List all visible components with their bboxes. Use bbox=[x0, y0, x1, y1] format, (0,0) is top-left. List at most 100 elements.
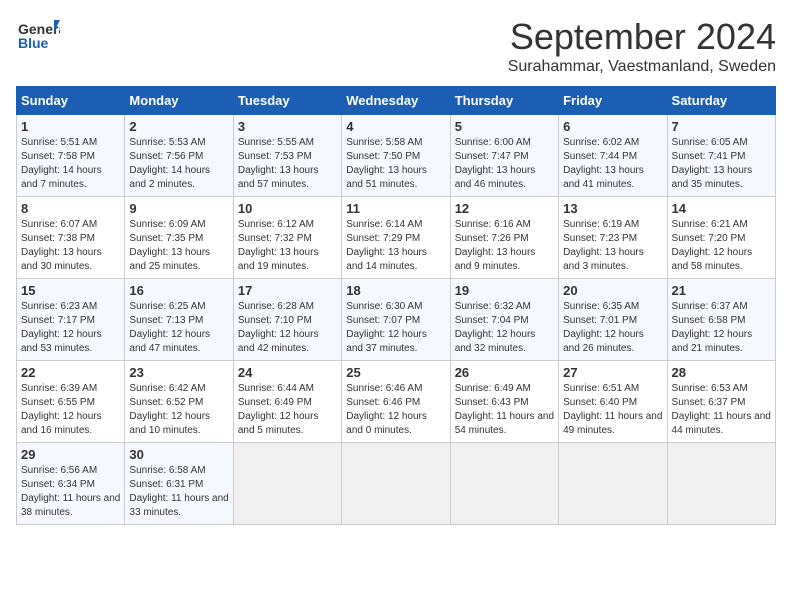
day-number: 14 bbox=[672, 201, 771, 216]
day-number: 12 bbox=[455, 201, 554, 216]
calendar-cell: 29 Sunrise: 6:56 AMSunset: 6:34 PMDayligh… bbox=[17, 443, 125, 525]
calendar-cell: 20Sunrise: 6:35 AMSunset: 7:01 PMDayligh… bbox=[559, 279, 667, 361]
day-info: Sunrise: 6:14 AMSunset: 7:29 PMDaylight:… bbox=[346, 218, 445, 274]
day-info: Sunrise: 6:53 AMSunset: 6:37 PMDaylight:… bbox=[672, 382, 771, 438]
day-number: 21 bbox=[672, 283, 771, 298]
calendar-cell: 23 Sunrise: 6:42 AMSunset: 6:52 PMDayligh… bbox=[125, 361, 233, 443]
day-number: 18 bbox=[346, 283, 445, 298]
calendar-cell: 24 Sunrise: 6:44 AMSunset: 6:49 PMDayligh… bbox=[233, 361, 341, 443]
col-header-wednesday: Wednesday bbox=[342, 87, 450, 115]
day-info: Sunrise: 6:00 AMSunset: 7:47 PMDaylight:… bbox=[455, 136, 554, 192]
calendar-cell bbox=[667, 443, 775, 525]
day-number: 10 bbox=[238, 201, 337, 216]
day-number: 29 bbox=[21, 447, 120, 462]
day-info: Sunrise: 6:42 AMSunset: 6:52 PMDaylight:… bbox=[129, 382, 228, 438]
day-info: Sunrise: 6:09 AMSunset: 7:35 PMDaylight:… bbox=[129, 218, 228, 274]
svg-text:Blue: Blue bbox=[18, 35, 49, 51]
logo: General Blue bbox=[16, 16, 62, 52]
calendar-cell: 13 Sunrise: 6:19 AMSunset: 7:23 PMDayligh… bbox=[559, 197, 667, 279]
day-number: 15 bbox=[21, 283, 120, 298]
day-number: 16 bbox=[129, 283, 228, 298]
calendar-cell: 9 Sunrise: 6:09 AMSunset: 7:35 PMDaylight… bbox=[125, 197, 233, 279]
day-info: Sunrise: 6:30 AMSunset: 7:07 PMDaylight:… bbox=[346, 300, 445, 356]
calendar-cell: 17 Sunrise: 6:28 AMSunset: 7:10 PMDayligh… bbox=[233, 279, 341, 361]
day-info: Sunrise: 5:51 AMSunset: 7:58 PMDaylight:… bbox=[21, 136, 120, 192]
day-number: 28 bbox=[672, 365, 771, 380]
col-header-tuesday: Tuesday bbox=[233, 87, 341, 115]
calendar-cell: 4Sunrise: 5:58 AMSunset: 7:50 PMDaylight… bbox=[342, 115, 450, 197]
calendar-week-row: 29 Sunrise: 6:56 AMSunset: 6:34 PMDayligh… bbox=[17, 443, 776, 525]
calendar-cell: 25 Sunrise: 6:46 AMSunset: 6:46 PMDayligh… bbox=[342, 361, 450, 443]
col-header-monday: Monday bbox=[125, 87, 233, 115]
calendar-header-row: SundayMondayTuesdayWednesdayThursdayFrid… bbox=[17, 87, 776, 115]
day-info: Sunrise: 6:32 AMSunset: 7:04 PMDaylight:… bbox=[455, 300, 554, 356]
day-info: Sunrise: 6:25 AMSunset: 7:13 PMDaylight:… bbox=[129, 300, 228, 356]
day-number: 11 bbox=[346, 201, 445, 216]
day-number: 27 bbox=[563, 365, 662, 380]
calendar-week-row: 22 Sunrise: 6:39 AMSunset: 6:55 PMDayligh… bbox=[17, 361, 776, 443]
day-number: 25 bbox=[346, 365, 445, 380]
calendar-cell: 28 Sunrise: 6:53 AMSunset: 6:37 PMDayligh… bbox=[667, 361, 775, 443]
calendar-cell: 22 Sunrise: 6:39 AMSunset: 6:55 PMDayligh… bbox=[17, 361, 125, 443]
day-info: Sunrise: 6:05 AMSunset: 7:41 PMDaylight:… bbox=[672, 136, 771, 192]
day-number: 3 bbox=[238, 119, 337, 134]
day-number: 24 bbox=[238, 365, 337, 380]
calendar-cell: 6Sunrise: 6:02 AMSunset: 7:44 PMDaylight… bbox=[559, 115, 667, 197]
calendar-week-row: 15 Sunrise: 6:23 AMSunset: 7:17 PMDayligh… bbox=[17, 279, 776, 361]
calendar-cell: 5Sunrise: 6:00 AMSunset: 7:47 PMDaylight… bbox=[450, 115, 558, 197]
calendar-cell: 27 Sunrise: 6:51 AMSunset: 6:40 PMDayligh… bbox=[559, 361, 667, 443]
page-header: General Blue September 2024 Surahammar, … bbox=[16, 16, 776, 76]
day-info: Sunrise: 5:53 AMSunset: 7:56 PMDaylight:… bbox=[129, 136, 228, 192]
day-number: 26 bbox=[455, 365, 554, 380]
day-info: Sunrise: 6:49 AMSunset: 6:43 PMDaylight:… bbox=[455, 382, 554, 438]
day-info: Sunrise: 6:12 AMSunset: 7:32 PMDaylight:… bbox=[238, 218, 337, 274]
calendar-cell bbox=[450, 443, 558, 525]
calendar-cell: 11 Sunrise: 6:14 AMSunset: 7:29 PMDayligh… bbox=[342, 197, 450, 279]
calendar-cell: 8Sunrise: 6:07 AMSunset: 7:38 PMDaylight… bbox=[17, 197, 125, 279]
day-number: 13 bbox=[563, 201, 662, 216]
calendar-cell: 21 Sunrise: 6:37 AMSunset: 6:58 PMDayligh… bbox=[667, 279, 775, 361]
calendar-cell: 14 Sunrise: 6:21 AMSunset: 7:20 PMDayligh… bbox=[667, 197, 775, 279]
month-title: September 2024 bbox=[508, 16, 776, 58]
day-info: Sunrise: 5:55 AMSunset: 7:53 PMDaylight:… bbox=[238, 136, 337, 192]
day-info: Sunrise: 6:23 AMSunset: 7:17 PMDaylight:… bbox=[21, 300, 120, 356]
day-number: 1 bbox=[21, 119, 120, 134]
calendar-cell: 3 Sunrise: 5:55 AMSunset: 7:53 PMDaylight… bbox=[233, 115, 341, 197]
day-info: Sunrise: 6:19 AMSunset: 7:23 PMDaylight:… bbox=[563, 218, 662, 274]
day-info: Sunrise: 6:21 AMSunset: 7:20 PMDaylight:… bbox=[672, 218, 771, 274]
calendar-table: SundayMondayTuesdayWednesdayThursdayFrid… bbox=[16, 86, 776, 525]
col-header-saturday: Saturday bbox=[667, 87, 775, 115]
calendar-week-row: 1 Sunrise: 5:51 AMSunset: 7:58 PMDaylight… bbox=[17, 115, 776, 197]
day-number: 22 bbox=[21, 365, 120, 380]
calendar-cell: 7 Sunrise: 6:05 AMSunset: 7:41 PMDaylight… bbox=[667, 115, 775, 197]
day-number: 20 bbox=[563, 283, 662, 298]
day-info: Sunrise: 6:44 AMSunset: 6:49 PMDaylight:… bbox=[238, 382, 337, 438]
calendar-cell bbox=[559, 443, 667, 525]
location-subtitle: Surahammar, Vaestmanland, Sweden bbox=[508, 58, 776, 76]
calendar-cell: 2Sunrise: 5:53 AMSunset: 7:56 PMDaylight… bbox=[125, 115, 233, 197]
col-header-thursday: Thursday bbox=[450, 87, 558, 115]
calendar-cell: 15 Sunrise: 6:23 AMSunset: 7:17 PMDayligh… bbox=[17, 279, 125, 361]
day-number: 4 bbox=[346, 119, 445, 134]
day-number: 19 bbox=[455, 283, 554, 298]
day-info: Sunrise: 6:58 AMSunset: 6:31 PMDaylight:… bbox=[129, 464, 228, 520]
calendar-cell bbox=[233, 443, 341, 525]
day-info: Sunrise: 6:16 AMSunset: 7:26 PMDaylight:… bbox=[455, 218, 554, 274]
day-number: 30 bbox=[129, 447, 228, 462]
col-header-sunday: Sunday bbox=[17, 87, 125, 115]
day-info: Sunrise: 6:51 AMSunset: 6:40 PMDaylight:… bbox=[563, 382, 662, 438]
day-number: 23 bbox=[129, 365, 228, 380]
day-info: Sunrise: 6:28 AMSunset: 7:10 PMDaylight:… bbox=[238, 300, 337, 356]
day-info: Sunrise: 6:56 AMSunset: 6:34 PMDaylight:… bbox=[21, 464, 120, 520]
day-number: 7 bbox=[672, 119, 771, 134]
day-info: Sunrise: 6:37 AMSunset: 6:58 PMDaylight:… bbox=[672, 300, 771, 356]
day-info: Sunrise: 6:39 AMSunset: 6:55 PMDaylight:… bbox=[21, 382, 120, 438]
title-area: September 2024 Surahammar, Vaestmanland,… bbox=[508, 16, 776, 76]
day-number: 17 bbox=[238, 283, 337, 298]
calendar-cell: 26 Sunrise: 6:49 AMSunset: 6:43 PMDayligh… bbox=[450, 361, 558, 443]
day-number: 9 bbox=[129, 201, 228, 216]
calendar-cell: 10 Sunrise: 6:12 AMSunset: 7:32 PMDayligh… bbox=[233, 197, 341, 279]
day-info: Sunrise: 6:07 AMSunset: 7:38 PMDaylight:… bbox=[21, 218, 120, 274]
calendar-cell: 19 Sunrise: 6:32 AMSunset: 7:04 PMDayligh… bbox=[450, 279, 558, 361]
day-info: Sunrise: 6:46 AMSunset: 6:46 PMDaylight:… bbox=[346, 382, 445, 438]
